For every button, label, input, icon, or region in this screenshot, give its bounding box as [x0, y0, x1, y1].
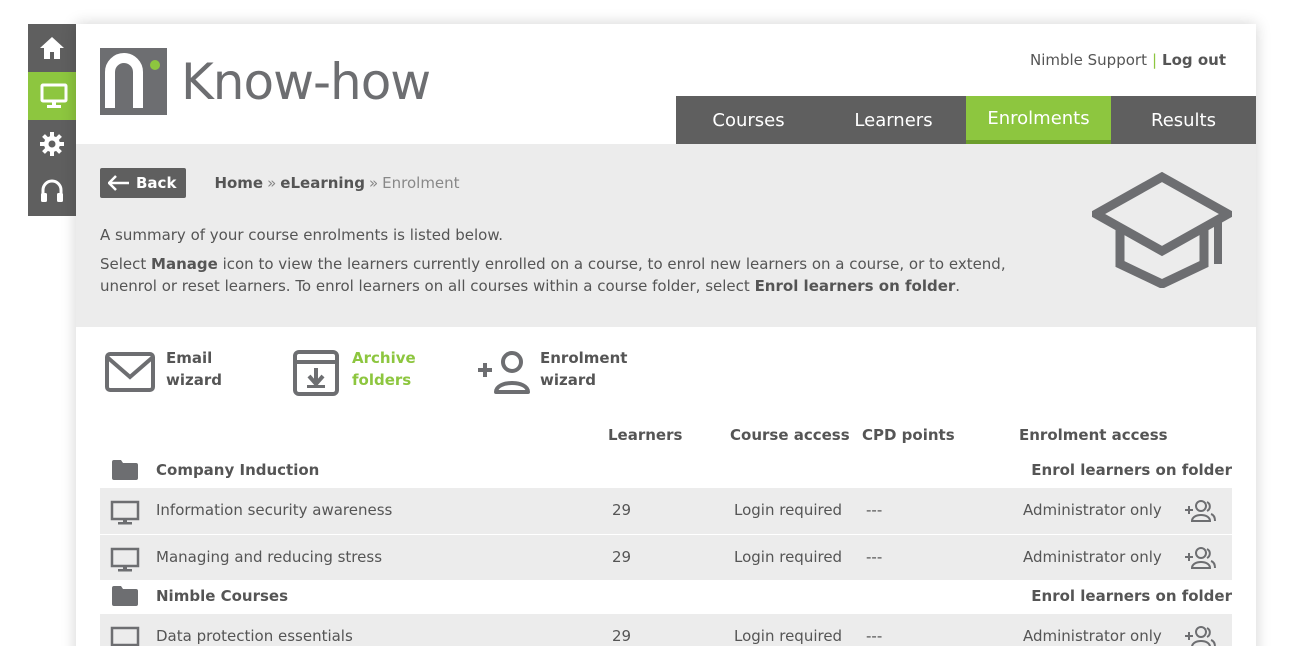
breadcrumb-current: Enrolment [382, 174, 460, 192]
top-links-separator: | [1151, 51, 1158, 69]
enrolment-table: Learners Course access CPD points Enrolm… [100, 424, 1232, 646]
course-name[interactable]: Data protection essentials [156, 627, 353, 645]
enrolment-wizard-link[interactable]: Enrolment wizard [476, 347, 627, 396]
enrol-learners-on-folder-link[interactable]: Enrol learners on folder [1031, 461, 1232, 479]
course-learners: 29 [612, 627, 632, 645]
header-learners[interactable]: Learners [608, 426, 682, 444]
rail-support-button[interactable] [28, 168, 76, 216]
course-cpd: --- [866, 501, 883, 519]
intro-summary: A summary of your course enrolments is l… [100, 226, 503, 244]
archive-box-icon [293, 350, 339, 396]
logo[interactable]: Know-how [100, 48, 431, 115]
monitor-icon [110, 500, 140, 525]
tab-results[interactable]: Results [1111, 96, 1256, 144]
add-user-icon [478, 351, 530, 394]
folder-row: Company Induction Enrol learners on fold… [100, 454, 1232, 488]
intro-text: . [955, 277, 961, 295]
envelope-icon [105, 352, 155, 392]
intro-instructions: Select Manage icon to view the learners … [100, 253, 1030, 297]
intro-enrol-folder: Enrol learners on folder [754, 277, 956, 295]
header-cpd-points[interactable]: CPD points [862, 426, 955, 444]
main-nav: Courses Learners Enrolments Results [676, 96, 1256, 144]
course-cpd: --- [866, 548, 883, 566]
archive-folders-line2: folders [352, 371, 412, 389]
folder-row: Nimble Courses Enrol learners on folder [100, 580, 1232, 614]
logo-mark-icon [100, 48, 167, 115]
table-row: Data protection essentials 29 Login requ… [100, 614, 1232, 646]
logout-link[interactable]: Log out [1162, 51, 1226, 69]
enrolment-wizard-line2: wizard [540, 371, 596, 389]
archive-folders-line1: Archive [352, 349, 416, 367]
header-course-access[interactable]: Course access [730, 426, 850, 444]
header-enrolment-access[interactable]: Enrolment access [1019, 426, 1168, 444]
folder-icon [112, 586, 138, 606]
home-icon [40, 37, 64, 59]
logo-text: Know-how [181, 52, 431, 111]
course-learners: 29 [612, 548, 632, 566]
email-wizard-link[interactable]: Email wizard [104, 347, 222, 395]
graduation-cap-icon [1086, 171, 1238, 292]
course-access: Login required [734, 627, 843, 645]
manage-learners-icon[interactable] [1184, 499, 1216, 523]
breadcrumb-separator: » [267, 174, 277, 192]
course-name[interactable]: Information security awareness [156, 501, 392, 519]
table-header: Learners Course access CPD points Enrolm… [100, 424, 1232, 454]
breadcrumb-separator: » [368, 174, 379, 192]
folder-name[interactable]: Company Induction [156, 461, 319, 479]
course-enrolment-access: Administrator only [1023, 548, 1162, 566]
course-learners: 29 [612, 501, 632, 519]
manage-learners-icon[interactable] [1184, 625, 1216, 646]
folder-name[interactable]: Nimble Courses [156, 587, 288, 605]
intro-manage: Manage [151, 255, 218, 273]
back-button[interactable]: Back [100, 168, 187, 198]
tab-courses[interactable]: Courses [676, 96, 821, 144]
tab-learners[interactable]: Learners [821, 96, 966, 144]
enrol-learners-on-folder-link[interactable]: Enrol learners on folder [1031, 587, 1232, 605]
monitor-icon [110, 547, 140, 572]
course-enrolment-access: Administrator only [1023, 627, 1162, 645]
monitor-icon [40, 83, 68, 108]
rail-monitor-button[interactable] [28, 72, 80, 120]
archive-folders-link[interactable]: Archive folders [292, 347, 416, 397]
table-row: Managing and reducing stress 29 Login re… [100, 534, 1232, 580]
intro-text: Select [100, 255, 152, 273]
email-wizard-line2: wizard [166, 371, 222, 389]
course-access: Login required [734, 501, 843, 519]
course-access: Login required [734, 548, 843, 566]
left-rail [28, 24, 80, 216]
course-cpd: --- [866, 627, 883, 645]
top-links: Nimble Support | Log out [1030, 51, 1226, 69]
tab-enrolments[interactable]: Enrolments [966, 96, 1111, 144]
email-wizard-line1: Email [166, 349, 213, 367]
course-enrolment-access: Administrator only [1023, 501, 1162, 519]
header: Know-how Nimble Support | Log out Courses … [76, 24, 1256, 144]
breadcrumb-home[interactable]: Home [214, 174, 263, 192]
enrolment-wizard-line1: Enrolment [540, 349, 628, 367]
tools-bar: Email wizard Archive folders Enrolment wiza… [76, 327, 1256, 427]
course-name[interactable]: Managing and reducing stress [156, 548, 382, 566]
table-row: Information security awareness 29 Login … [100, 488, 1232, 534]
back-label: Back [136, 174, 177, 192]
monitor-icon [110, 626, 140, 646]
folder-icon [112, 460, 138, 480]
gear-icon [40, 132, 64, 156]
manage-learners-icon[interactable] [1184, 546, 1216, 570]
breadcrumb-elearning[interactable]: eLearning [280, 174, 365, 192]
arrow-left-icon [108, 175, 130, 191]
breadcrumb: Home» eLearning» Enrolment [214, 174, 459, 192]
rail-settings-button[interactable] [28, 120, 76, 168]
headset-icon [41, 179, 63, 202]
rail-home-button[interactable] [28, 24, 76, 72]
support-link[interactable]: Nimble Support [1030, 51, 1147, 69]
intro-panel: Back Home» eLearning» Enrolment A summary … [76, 144, 1256, 327]
